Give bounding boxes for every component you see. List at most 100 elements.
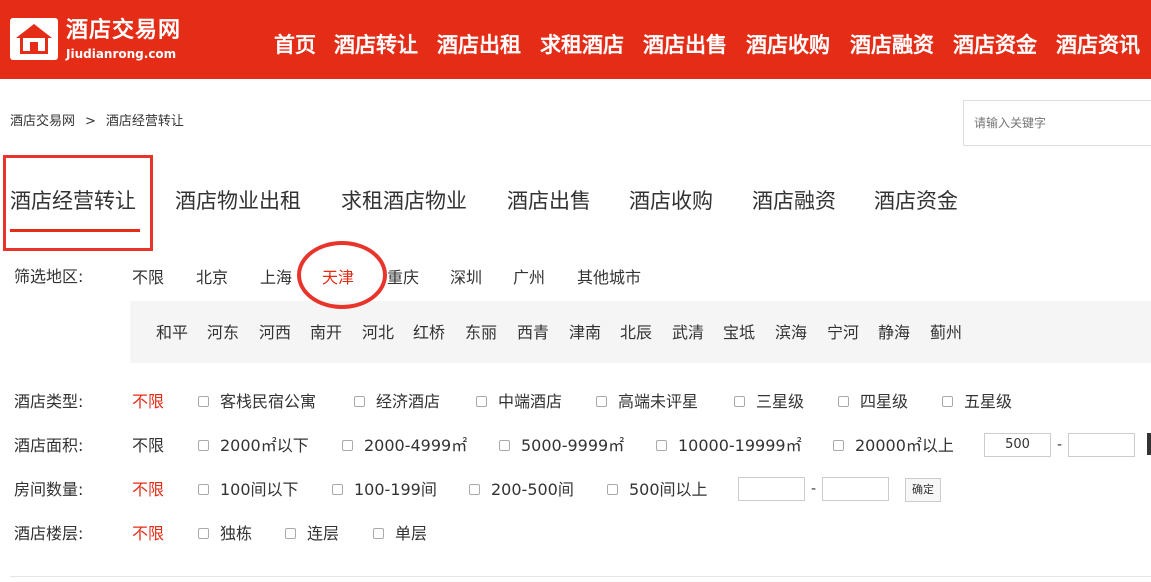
- hotel-type-option-economy[interactable]: 经济酒店: [376, 392, 440, 412]
- nav-home[interactable]: 首页: [274, 30, 316, 60]
- room-count-checkbox-3[interactable]: [607, 484, 618, 495]
- room-count-option-0[interactable]: 100间以下: [220, 480, 299, 500]
- floors-any[interactable]: 不限: [132, 524, 164, 544]
- nav-hotel-funds[interactable]: 酒店资金: [953, 30, 1037, 60]
- hotel-type-option-three-star[interactable]: 三星级: [756, 392, 804, 412]
- district-xiqing[interactable]: 西青: [517, 323, 549, 343]
- hotel-type-checkbox-1[interactable]: [354, 396, 365, 407]
- district-hongqiao[interactable]: 红桥: [413, 323, 445, 343]
- hotel-type-label: 酒店类型:: [14, 392, 84, 411]
- region-option-guangzhou[interactable]: 广州: [513, 268, 545, 288]
- room-count-option-3[interactable]: 500间以上: [629, 480, 708, 500]
- highlight-circle-annotation: [297, 241, 387, 309]
- region-option-shanghai[interactable]: 上海: [260, 268, 292, 288]
- district-hedong[interactable]: 河东: [207, 323, 239, 343]
- breadcrumb-home[interactable]: 酒店交易网: [10, 114, 75, 129]
- hotel-area-checkbox-0[interactable]: [198, 440, 209, 451]
- region-option-other[interactable]: 其他城市: [577, 268, 641, 288]
- brand-title[interactable]: 酒店交易网: [66, 18, 181, 44]
- hotel-area-checkbox-3[interactable]: [656, 440, 667, 451]
- nav-seek-rent[interactable]: 求租酒店: [540, 30, 624, 60]
- clipped-edge: [1147, 433, 1151, 455]
- room-count-option-2[interactable]: 200-500间: [491, 480, 574, 500]
- area-max-input[interactable]: [1068, 433, 1135, 457]
- room-count-any[interactable]: 不限: [132, 480, 164, 500]
- logo-door: [30, 42, 38, 54]
- hotel-area-option-2[interactable]: 5000-9999㎡: [521, 436, 624, 456]
- room-confirm-button[interactable]: 确定: [905, 478, 941, 502]
- floors-option-multi-floor[interactable]: 连层: [307, 524, 339, 544]
- room-count-option-1[interactable]: 100-199间: [354, 480, 437, 500]
- room-max-input[interactable]: [822, 477, 889, 501]
- district-jinnan[interactable]: 津南: [569, 323, 601, 343]
- district-heping[interactable]: 和平: [156, 323, 188, 343]
- tab-hotel-finance[interactable]: 酒店融资: [752, 186, 836, 216]
- hotel-type-option-inn[interactable]: 客栈民宿公寓: [220, 392, 316, 412]
- hotel-type-checkbox-6[interactable]: [942, 396, 953, 407]
- site-header: 酒店交易网 Jiudianrong.com 首页 酒店转让 酒店出租 求租酒店 …: [0, 0, 1151, 79]
- hotel-area-checkbox-2[interactable]: [499, 440, 510, 451]
- hotel-type-option-upscale-unrated[interactable]: 高端未评星: [618, 392, 698, 412]
- search-input[interactable]: [963, 100, 1151, 146]
- hotel-type-option-five-star[interactable]: 五星级: [964, 392, 1012, 412]
- highlight-box-annotation: [3, 155, 153, 251]
- hotel-area-checkbox-4[interactable]: [833, 440, 844, 451]
- hotel-type-checkbox-2[interactable]: [476, 396, 487, 407]
- hotel-area-option-4[interactable]: 20000㎡以上: [855, 436, 954, 456]
- floors-option-standalone[interactable]: 独栋: [220, 524, 252, 544]
- floors-option-single-floor[interactable]: 单层: [395, 524, 427, 544]
- hotel-type-checkbox-3[interactable]: [596, 396, 607, 407]
- hotel-type-any[interactable]: 不限: [132, 392, 164, 412]
- nav-hotel-sale[interactable]: 酒店出售: [643, 30, 727, 60]
- hotel-type-checkbox-0[interactable]: [198, 396, 209, 407]
- district-baodi[interactable]: 宝坻: [723, 323, 755, 343]
- breadcrumb-current: 酒店经营转让: [105, 114, 184, 129]
- area-min-input[interactable]: 500: [984, 433, 1051, 457]
- floors-checkbox-1[interactable]: [285, 528, 296, 539]
- nav-hotel-rent[interactable]: 酒店出租: [437, 30, 521, 60]
- hotel-area-any[interactable]: 不限: [132, 436, 164, 456]
- district-hexi[interactable]: 河西: [259, 323, 291, 343]
- room-count-checkbox-1[interactable]: [332, 484, 343, 495]
- region-option-any[interactable]: 不限: [132, 268, 164, 288]
- nav-hotel-acquire[interactable]: 酒店收购: [746, 30, 830, 60]
- room-min-input[interactable]: [738, 477, 805, 501]
- region-option-chongqing[interactable]: 重庆: [387, 268, 419, 288]
- hotel-type-checkbox-4[interactable]: [734, 396, 745, 407]
- room-count-checkbox-0[interactable]: [198, 484, 209, 495]
- brand-subtitle: Jiudianrong.com: [66, 47, 177, 61]
- section-divider: [10, 576, 1151, 577]
- room-range-dash: -: [811, 481, 817, 497]
- room-count-label: 房间数量:: [14, 480, 84, 499]
- district-binhai[interactable]: 滨海: [775, 323, 807, 343]
- district-dongli[interactable]: 东丽: [465, 323, 497, 343]
- tab-hotel-property-rent[interactable]: 酒店物业出租: [175, 186, 301, 216]
- tab-seek-hotel-property[interactable]: 求租酒店物业: [341, 186, 467, 216]
- floors-checkbox-2[interactable]: [373, 528, 384, 539]
- region-option-shenzhen[interactable]: 深圳: [450, 268, 482, 288]
- hotel-area-option-0[interactable]: 2000㎡以下: [220, 436, 309, 456]
- floors-checkbox-0[interactable]: [198, 528, 209, 539]
- hotel-type-checkbox-5[interactable]: [838, 396, 849, 407]
- district-ninghe[interactable]: 宁河: [827, 323, 859, 343]
- district-beichen[interactable]: 北辰: [620, 323, 652, 343]
- tab-hotel-sale[interactable]: 酒店出售: [507, 186, 591, 216]
- house-logo-icon[interactable]: [10, 18, 58, 60]
- hotel-area-option-1[interactable]: 2000-4999㎡: [364, 436, 467, 456]
- hotel-type-option-midscale[interactable]: 中端酒店: [498, 392, 562, 412]
- region-option-beijing[interactable]: 北京: [196, 268, 228, 288]
- district-wuqing[interactable]: 武清: [672, 323, 704, 343]
- district-hebei[interactable]: 河北: [362, 323, 394, 343]
- district-jizhou[interactable]: 蓟州: [930, 323, 962, 343]
- district-jinghai[interactable]: 静海: [878, 323, 910, 343]
- hotel-area-option-3[interactable]: 10000-19999㎡: [678, 436, 802, 456]
- tab-hotel-acquire[interactable]: 酒店收购: [629, 186, 713, 216]
- nav-hotel-news[interactable]: 酒店资讯: [1056, 30, 1140, 60]
- room-count-checkbox-2[interactable]: [469, 484, 480, 495]
- tab-hotel-funds[interactable]: 酒店资金: [874, 186, 958, 216]
- district-nankai[interactable]: 南开: [310, 323, 342, 343]
- nav-hotel-transfer[interactable]: 酒店转让: [334, 30, 418, 60]
- nav-hotel-finance[interactable]: 酒店融资: [850, 30, 934, 60]
- hotel-area-checkbox-1[interactable]: [342, 440, 353, 451]
- hotel-type-option-four-star[interactable]: 四星级: [860, 392, 908, 412]
